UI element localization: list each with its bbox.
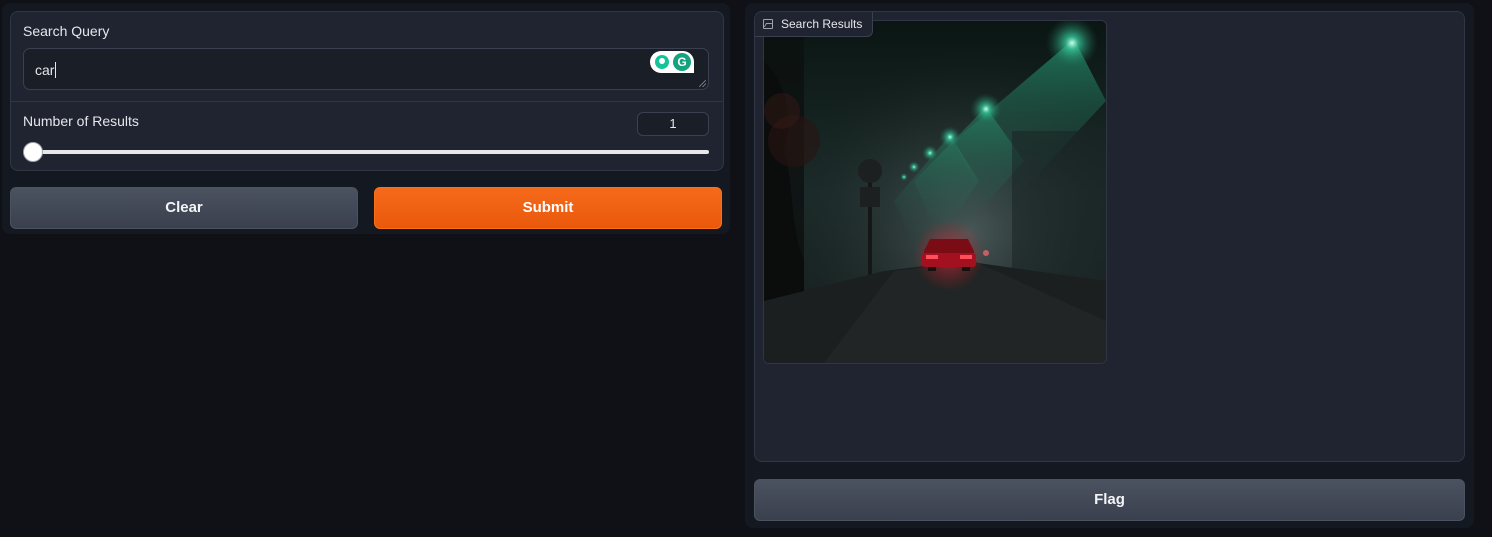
- grammarly-icon[interactable]: G: [673, 53, 691, 71]
- search-query-input[interactable]: car G: [23, 48, 709, 90]
- number-of-results-input[interactable]: 1: [637, 112, 709, 136]
- grammarly-widget[interactable]: G: [650, 51, 694, 73]
- result-image-graphic: [764, 21, 1106, 363]
- search-query-value: car: [35, 62, 55, 78]
- search-results-label: Search Results: [781, 17, 863, 31]
- search-results-label-tag: Search Results: [755, 12, 874, 37]
- number-of-results-label: Number of Results: [23, 113, 139, 129]
- flag-button[interactable]: Flag: [754, 479, 1465, 521]
- search-query-label: Search Query: [23, 23, 110, 39]
- number-of-results-slider-thumb[interactable]: [23, 142, 43, 162]
- output-column: Search Results Flag: [745, 3, 1474, 528]
- number-of-results-slider-track[interactable]: [25, 150, 709, 154]
- input-form-panel: Search Query car G Number of Results 1: [10, 11, 724, 171]
- text-caret: [55, 62, 57, 78]
- image-icon: [763, 19, 773, 29]
- submit-button[interactable]: Submit: [374, 187, 722, 229]
- search-results-panel: Search Results: [754, 11, 1465, 462]
- lightbulb-icon[interactable]: [655, 55, 669, 69]
- resize-handle[interactable]: [699, 80, 706, 87]
- input-column: Search Query car G Number of Results 1 C…: [2, 3, 730, 234]
- result-image[interactable]: [763, 20, 1107, 364]
- clear-button[interactable]: Clear: [10, 187, 358, 229]
- divider: [11, 101, 723, 102]
